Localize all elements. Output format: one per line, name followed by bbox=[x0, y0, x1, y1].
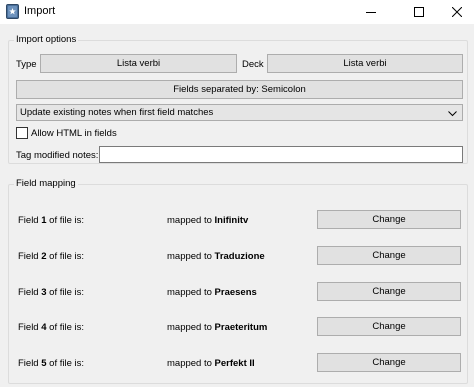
type-label: Type bbox=[16, 59, 37, 70]
import-options-title: Import options bbox=[14, 34, 79, 45]
type-select-button[interactable]: Lista verbi bbox=[40, 54, 237, 73]
mapped-to-label: mapped to Perfekt II bbox=[167, 358, 255, 369]
minimize-button[interactable] bbox=[354, 0, 388, 24]
tag-modified-label: Tag modified notes: bbox=[16, 150, 99, 161]
title-bar: Import bbox=[0, 0, 474, 24]
mapped-to-label: mapped to Traduzione bbox=[167, 251, 265, 262]
change-button[interactable]: Change bbox=[317, 246, 461, 265]
change-button[interactable]: Change bbox=[317, 317, 461, 336]
mapped-to-label: mapped to Inifinitv bbox=[167, 215, 249, 226]
change-button[interactable]: Change bbox=[317, 210, 461, 229]
mapped-to-label: mapped to Praesens bbox=[167, 287, 257, 298]
deck-label: Deck bbox=[242, 59, 264, 70]
change-button[interactable]: Change bbox=[317, 282, 461, 301]
anki-app-icon bbox=[6, 4, 19, 19]
maximize-button[interactable] bbox=[402, 0, 436, 24]
dialog-body: Import options Type Lista verbi Deck Lis… bbox=[0, 24, 474, 387]
update-mode-dropdown[interactable]: Update existing notes when first field m… bbox=[16, 104, 463, 121]
field-mapping-title: Field mapping bbox=[14, 178, 78, 189]
close-icon bbox=[452, 7, 462, 17]
change-button[interactable]: Change bbox=[317, 353, 461, 372]
mapped-to-label: mapped to Praeteritum bbox=[167, 322, 268, 333]
window-title: Import bbox=[24, 5, 56, 17]
minimize-icon bbox=[366, 12, 376, 13]
allow-html-checkbox[interactable] bbox=[16, 127, 28, 139]
source-field-label: Field 3 of file is: bbox=[18, 287, 85, 298]
chevron-down-icon bbox=[448, 109, 457, 120]
tag-modified-input[interactable] bbox=[99, 146, 463, 163]
close-button[interactable] bbox=[440, 0, 474, 24]
deck-select-button[interactable]: Lista verbi bbox=[267, 54, 463, 73]
field-separator-label: Fields separated by: Semicolon bbox=[173, 84, 306, 95]
source-field-label: Field 5 of file is: bbox=[18, 358, 85, 369]
source-field-label: Field 4 of file is: bbox=[18, 322, 85, 333]
source-field-label: Field 1 of file is: bbox=[18, 215, 85, 226]
allow-html-label: Allow HTML in fields bbox=[31, 128, 117, 139]
type-value: Lista verbi bbox=[116, 58, 161, 69]
update-mode-value: Update existing notes when first field m… bbox=[20, 107, 214, 118]
source-field-label: Field 2 of file is: bbox=[18, 251, 85, 262]
field-separator-button[interactable]: Fields separated by: Semicolon bbox=[16, 80, 463, 99]
maximize-icon bbox=[414, 7, 424, 17]
deck-value: Lista verbi bbox=[343, 58, 387, 69]
